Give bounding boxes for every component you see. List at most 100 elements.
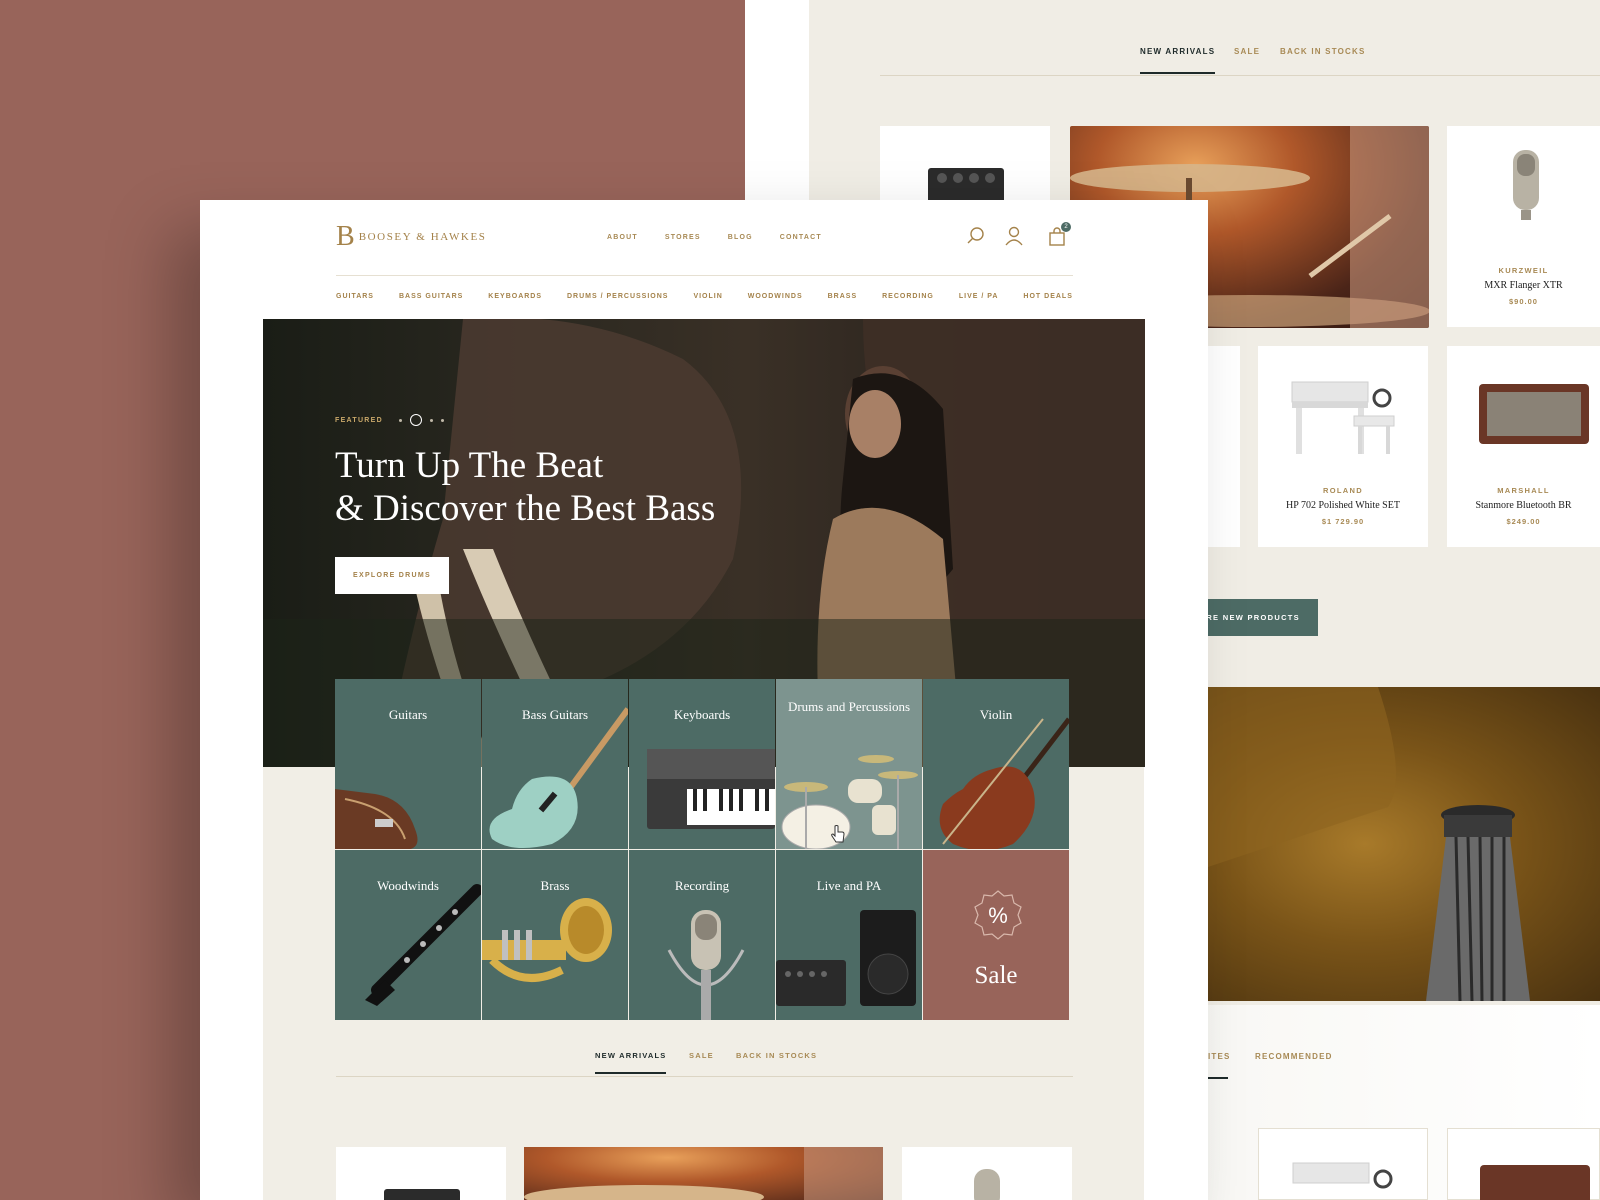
tile-keyboards[interactable]: Keyboards <box>629 679 775 849</box>
cat-nav-hot-deals[interactable]: HOT DEALS <box>1023 293 1072 300</box>
back-tab-underline <box>1208 1077 1228 1079</box>
front-page: B BOOSEY & HAWKES ABOUT STORES BLOG CONT… <box>200 200 1208 1200</box>
back-tab-sale[interactable]: SALE <box>1234 47 1260 56</box>
tile-label: Guitars <box>388 707 428 722</box>
product-name[interactable]: HP 702 Polished White SET <box>1258 500 1428 511</box>
carousel-dot-active[interactable] <box>410 414 422 426</box>
product-price: $249.00 <box>1506 517 1541 526</box>
tile-bass-guitars[interactable]: Bass Guitars <box>482 679 628 849</box>
nav-contact[interactable]: CONTACT <box>780 234 822 241</box>
hero-title: Turn Up The Beat & Discover the Best Bas… <box>335 444 835 530</box>
search-icon[interactable] <box>966 226 986 246</box>
product-brand: MARSHALL <box>1497 486 1550 495</box>
tile-label: Keyboards <box>673 707 731 722</box>
hero-title-line-1: Turn Up The Beat <box>335 445 604 486</box>
product-name[interactable]: Stanmore Bluetooth BR <box>1447 500 1600 511</box>
tile-label: Drums and Percussions <box>787 699 911 714</box>
nav-about[interactable]: ABOUT <box>607 234 638 241</box>
pa-speaker-image <box>776 910 916 1006</box>
front-product-card-microphone[interactable] <box>902 1147 1072 1200</box>
more-new-products-button[interactable]: ORE NEW PRODUCTS <box>1190 599 1318 636</box>
microphone-image <box>1513 150 1539 220</box>
speaker-image <box>1480 1165 1590 1200</box>
product-brand: ROLAND <box>1323 486 1363 495</box>
user-icon[interactable] <box>1004 226 1024 246</box>
category-nav: GUITARS BASS GUITARS KEYBOARDS DRUMS / P… <box>336 293 1073 300</box>
guitar-image <box>335 789 418 849</box>
cat-nav-guitars[interactable]: GUITARS <box>336 293 374 300</box>
category-tiles: Guitars Bass Guitars Keyboards Drums and… <box>335 679 1072 1021</box>
keyboard-image <box>647 749 775 829</box>
hero-carousel-dots[interactable] <box>399 414 444 426</box>
microphone-image <box>974 1169 1000 1200</box>
cat-nav-keyboards[interactable]: KEYBOARDS <box>488 293 542 300</box>
back-product-card-marshall[interactable]: MARSHALL Stanmore Bluetooth BR $249.00 <box>1447 346 1600 547</box>
digital-piano-image <box>1292 1162 1393 1189</box>
tab-sale[interactable]: SALE <box>689 1051 714 1060</box>
cat-nav-brass[interactable]: BRASS <box>828 293 858 300</box>
product-name[interactable]: MXR Flanger XTR <box>1447 280 1600 291</box>
hand-cursor-icon <box>831 825 845 843</box>
brass-instrument-image <box>482 898 612 982</box>
cat-nav-recording[interactable]: RECORDING <box>882 293 934 300</box>
cat-nav-violin[interactable]: VIOLIN <box>693 293 722 300</box>
back-product-card-marshall-2[interactable] <box>1447 1128 1600 1200</box>
back-product-card-kurzweil[interactable]: KURZWEIL MXR Flanger XTR $90.00 <box>1447 126 1600 327</box>
back-tab-new-arrivals[interactable]: NEW ARRIVALS <box>1140 47 1216 74</box>
percent-symbol: % <box>988 903 1008 928</box>
top-nav: ABOUT STORES BLOG CONTACT <box>607 234 822 241</box>
explore-drums-button[interactable]: EXPLORE DRUMS <box>335 557 449 594</box>
tile-guitars[interactable]: Guitars <box>335 679 481 849</box>
product-price: $90.00 <box>1509 297 1538 306</box>
tile-label: Sale <box>974 962 1018 989</box>
tile-label: Live and PA <box>816 878 882 893</box>
tab-new-arrivals[interactable]: NEW ARRIVALS <box>595 1051 667 1074</box>
column-speaker-image <box>1208 687 1530 1001</box>
tile-label: Brass <box>540 878 570 893</box>
product-price: $1 729.90 <box>1321 517 1365 526</box>
back-product-card-roland-2[interactable] <box>1258 1128 1428 1200</box>
tile-drums-percussions[interactable]: Drums and Percussions <box>776 679 922 849</box>
tile-label: Recording <box>674 878 730 893</box>
violin-image <box>939 717 1069 849</box>
front-product-card-pedal[interactable] <box>336 1147 506 1200</box>
nav-blog[interactable]: BLOG <box>728 234 753 241</box>
tile-recording[interactable]: Recording <box>629 850 775 1020</box>
front-tabs: NEW ARRIVALS SALE BACK IN STOCKS <box>336 1030 1073 1077</box>
tab-back-in-stocks[interactable]: BACK IN STOCKS <box>736 1051 817 1060</box>
back-tab-favorites[interactable]: ITES <box>1208 1052 1231 1061</box>
tile-label: Woodwinds <box>377 878 439 893</box>
pedal-image <box>928 168 1004 208</box>
back-featured-speaker-photo <box>1208 687 1600 1001</box>
tile-woodwinds[interactable]: Woodwinds <box>335 850 481 1020</box>
back-tab-recommended[interactable]: RECOMMENDED <box>1255 1052 1333 1061</box>
back-product-card-roland[interactable]: ROLAND HP 702 Polished White SET $1 729.… <box>1258 346 1428 547</box>
header-divider <box>336 275 1073 276</box>
tile-live-pa[interactable]: Live and PA <box>776 850 922 1020</box>
back-tabs: NEW ARRIVALS SALE BACK IN STOCKS <box>880 0 1600 76</box>
product-brand: KURZWEIL <box>1498 266 1549 275</box>
cat-nav-live-pa[interactable]: LIVE / PA <box>959 293 999 300</box>
tile-sale[interactable]: % Sale <box>923 850 1069 1020</box>
hero-title-line-2: & Discover the Best Bass <box>335 488 716 529</box>
percent-badge-icon: % <box>974 890 1022 940</box>
logo-mark: B <box>336 221 355 252</box>
carousel-dot[interactable] <box>399 418 402 422</box>
back-tab-back-in-stocks[interactable]: BACK IN STOCKS <box>1280 47 1366 56</box>
cart-icon[interactable]: 2 <box>1047 222 1071 246</box>
tile-label: Bass Guitars <box>521 707 589 722</box>
back-product-card-partial[interactable] <box>1208 346 1240 547</box>
carousel-dot[interactable] <box>441 418 444 422</box>
hero-eyebrow: FEATURED <box>335 417 383 424</box>
nav-stores[interactable]: STORES <box>665 234 701 241</box>
cat-nav-drums[interactable]: DRUMS / PERCUSSIONS <box>567 293 668 300</box>
front-drum-photo[interactable] <box>524 1147 883 1200</box>
speaker-image <box>1479 384 1589 444</box>
carousel-dot[interactable] <box>430 418 433 422</box>
tile-violin[interactable]: Violin <box>923 679 1069 849</box>
logo[interactable]: B BOOSEY & HAWKES <box>336 223 487 251</box>
cat-nav-woodwinds[interactable]: WOODWINDS <box>748 293 803 300</box>
cat-nav-bass-guitars[interactable]: BASS GUITARS <box>399 293 463 300</box>
tile-brass[interactable]: Brass <box>482 850 628 1020</box>
back-product-card-pedal[interactable] <box>880 126 1050 208</box>
